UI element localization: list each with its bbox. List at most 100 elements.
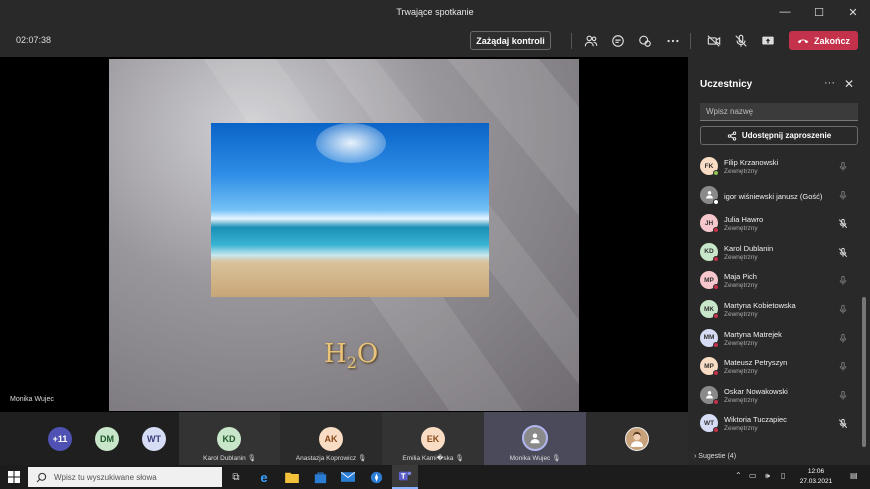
taskbar-search[interactable]: Wpisz tu wyszukiwane słowa (28, 467, 222, 487)
video-tile[interactable] (586, 412, 688, 465)
edge-icon[interactable]: e (256, 469, 272, 485)
shared-content-stage: H2O Monika Wujec (0, 57, 688, 412)
more-options-icon[interactable]: ··· (824, 77, 835, 89)
network-icon[interactable]: ▭ (749, 471, 757, 480)
participant-role: Zewnętrzny (724, 253, 758, 261)
participant-item[interactable]: Oskar Nowakowski Zewnętrzny (688, 382, 870, 410)
participant-item[interactable]: MP Maja Pich Zewnętrzny (688, 267, 870, 295)
mic-muted-icon[interactable] (838, 246, 848, 258)
video-tile[interactable]: EK Emilia Kami�ska 🎙 (382, 412, 484, 465)
camera-off-icon[interactable] (704, 31, 724, 51)
file-explorer-icon[interactable] (284, 469, 300, 485)
volume-icon[interactable]: 🕪 (765, 471, 770, 481)
mic-off-icon: 🎙 (455, 455, 464, 462)
presence-status-icon (713, 198, 719, 205)
participant-item[interactable]: KD Karol Dublanin Zewnętrzny (688, 239, 870, 267)
participant-name: Julia Hawro (724, 215, 764, 225)
presence-status-icon (713, 284, 719, 291)
beach-photo (211, 123, 489, 297)
mic-icon[interactable] (838, 189, 848, 201)
presence-status-icon (713, 341, 719, 348)
panel-title: Uczestnicy (700, 79, 753, 90)
participant-item[interactable]: JH Julia Hawro Zewnętrzny (688, 210, 870, 238)
share-screen-icon[interactable] (758, 31, 778, 51)
mic-off-icon: 🎙 (247, 455, 256, 462)
mic-icon[interactable] (838, 160, 848, 172)
title-bar: Trwające spotkanie — ☐ ✕ (0, 0, 870, 24)
mic-muted-icon[interactable] (838, 417, 848, 429)
task-view-icon[interactable]: ⧉ (228, 469, 244, 485)
mic-icon[interactable] (838, 389, 848, 401)
participant-name: Karol Dublanin (724, 243, 774, 253)
participant-role: Zewnętrzny (724, 396, 758, 404)
presence-status-icon (713, 313, 719, 319)
tile-name: Monika Wujec 🎙 (509, 455, 561, 462)
store-icon[interactable] (312, 469, 328, 485)
slide-title: H2O (324, 339, 379, 373)
meeting-timer: 02:07:38 (16, 35, 52, 45)
presence-status-icon (713, 398, 719, 405)
participant-search-input[interactable] (700, 103, 858, 121)
mic-icon[interactable] (838, 360, 848, 372)
scrollbar[interactable] (862, 297, 866, 447)
mic-icon[interactable] (838, 303, 848, 315)
share-invite-button[interactable]: Udostępnij zaproszenie (700, 126, 858, 145)
windows-start-icon[interactable] (6, 469, 22, 485)
participant-name: Oskar Nowakowski (724, 386, 788, 396)
tray-overflow-icon[interactable]: ⌃ (735, 471, 742, 480)
mic-icon[interactable] (838, 274, 848, 286)
battery-icon[interactable]: ▯ (781, 471, 785, 480)
close-icon[interactable]: ✕ (844, 77, 854, 91)
video-gallery: +11 DM WT KD Karol Dublanin 🎙 AK Anastaz… (0, 412, 688, 465)
end-call-button[interactable]: Zakończ (789, 31, 858, 50)
participant-name: Filip Krzanowski (724, 158, 779, 167)
search-icon (36, 472, 47, 482)
participants-panel: Uczestnicy ··· ✕ Udostępnij zaproszenie … (688, 57, 870, 465)
video-tile[interactable]: KD Karol Dublanin 🎙 (179, 412, 280, 465)
profile-photo (625, 427, 649, 451)
mic-muted-icon[interactable] (838, 217, 848, 229)
more-actions-icon[interactable] (663, 31, 683, 51)
video-tile-active-speaker[interactable]: Monika Wujec 🎙 (484, 412, 586, 465)
participant-item[interactable]: MM Martyna Matrejek Zewnętrzny (688, 325, 870, 353)
mic-icon[interactable] (838, 332, 848, 344)
mail-icon[interactable] (340, 469, 356, 485)
share-icon (727, 131, 736, 140)
mic-off-icon[interactable] (731, 31, 751, 51)
presence-status-icon (713, 170, 719, 176)
participants-icon[interactable] (581, 31, 601, 51)
participant-item[interactable]: MK Martyna Kobietowska Zewnętrzny (688, 296, 870, 324)
maps-icon[interactable] (368, 469, 384, 485)
maximize-button[interactable]: ☐ (802, 0, 836, 24)
participant-item[interactable]: MP Mateusz Petryszyn Zewnętrzny (688, 353, 870, 381)
presence-status-icon (713, 427, 719, 434)
gallery-avatar[interactable]: DM (95, 427, 119, 451)
close-window-button[interactable]: ✕ (836, 0, 870, 24)
video-tile[interactable]: AK Anastazja Koprowicz 🎙 (280, 412, 382, 465)
chat-icon[interactable] (608, 31, 628, 51)
participant-item[interactable]: igor wiśniewski janusz (Gość) (688, 182, 870, 210)
gallery-avatar[interactable]: WT (142, 427, 166, 451)
system-clock[interactable]: 12:06 27.03.2021 (796, 467, 836, 487)
tile-name: Anastazja Koprowicz 🎙 (295, 455, 367, 462)
reactions-icon[interactable] (635, 31, 655, 51)
presence-status-icon (713, 255, 719, 262)
minimize-button[interactable]: — (768, 0, 802, 24)
participant-role: Zewnętrzny (724, 368, 758, 376)
participant-role: Zewnętrzny (724, 168, 758, 175)
request-control-button[interactable]: Zażądaj kontroli (470, 31, 551, 50)
teams-taskbar-icon[interactable] (392, 465, 418, 489)
notifications-icon[interactable]: ▤ (850, 471, 858, 480)
participant-name: igor wiśniewski janusz (Gość) (724, 191, 823, 201)
sun-glow (316, 123, 386, 163)
windows-taskbar: Wpisz tu wyszukiwane słowa ⧉ e ⌃ ▭ 🕪 ▯ 1… (0, 465, 870, 489)
more-participants-badge[interactable]: +11 (48, 427, 72, 451)
toolbar-divider (571, 33, 572, 49)
suggestions-toggle[interactable]: › Sugestie (4) (694, 453, 736, 460)
participant-item[interactable]: FK Filip Krzanowski Zewnętrzny (688, 153, 870, 181)
participant-role: Zewnętrzny (724, 225, 758, 233)
participant-item[interactable]: WT Wiktoria Tuczapiec Zewnętrzny (688, 410, 870, 438)
hang-up-icon (797, 39, 809, 43)
tile-name: Karol Dublanin 🎙 (203, 455, 256, 462)
participant-role: Zewnętrzny (724, 282, 758, 290)
